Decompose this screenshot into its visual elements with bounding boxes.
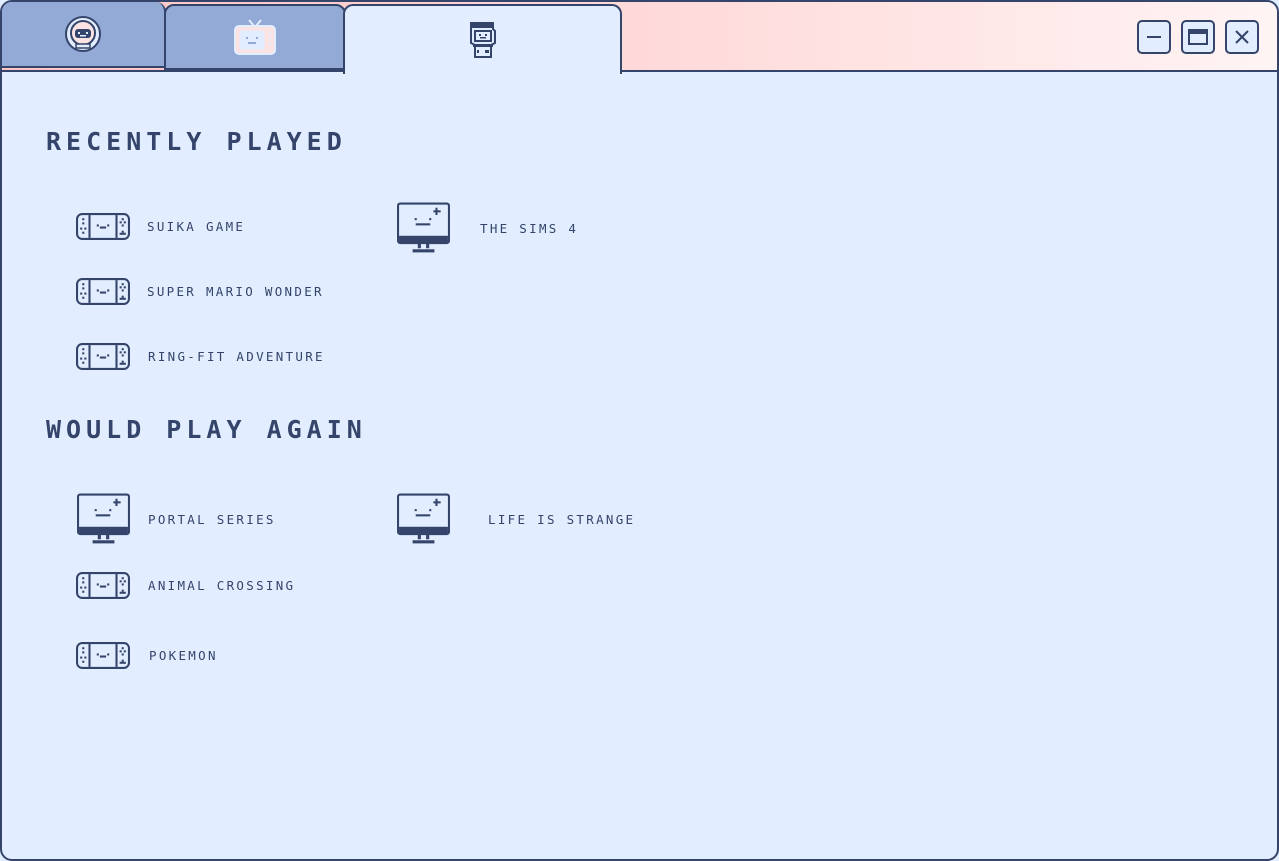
minimize-icon <box>1147 36 1161 38</box>
game-item[interactable]: SUPER MARIO WONDER <box>76 278 324 305</box>
game-item[interactable]: ANIMAL CROSSING <box>76 572 295 599</box>
handheld-console-icon <box>76 213 130 240</box>
game-item[interactable]: POKEMON <box>76 642 218 669</box>
game-name: THE SIMS 4 <box>480 221 579 236</box>
game-name: SUPER MARIO WONDER <box>147 284 324 299</box>
computer-monitor-icon <box>397 202 450 254</box>
tab-tv[interactable] <box>164 4 346 70</box>
game-item[interactable]: THE SIMS 4 <box>397 202 578 255</box>
tv-icon <box>234 19 276 55</box>
game-item[interactable]: RING-FIT ADVENTURE <box>76 343 325 370</box>
robot-face-icon <box>65 16 101 52</box>
handheld-console-icon <box>76 343 130 370</box>
title-bar <box>2 2 1277 74</box>
game-name: POKEMON <box>149 648 218 663</box>
maximize-icon <box>1188 29 1208 45</box>
arcade-machine-icon <box>469 22 496 58</box>
game-name: LIFE IS STRANGE <box>488 512 636 527</box>
handheld-console-icon <box>76 278 130 305</box>
close-button[interactable] <box>1225 20 1259 54</box>
game-name: PORTAL SERIES <box>148 512 276 527</box>
game-item[interactable]: SUIKA GAME <box>76 213 245 240</box>
game-item[interactable]: PORTAL SERIES <box>77 493 276 546</box>
game-item[interactable]: LIFE IS STRANGE <box>397 493 635 546</box>
maximize-button[interactable] <box>1181 20 1215 54</box>
close-icon <box>1235 30 1249 44</box>
window-controls <box>1137 20 1259 54</box>
game-name: SUIKA GAME <box>147 219 246 234</box>
handheld-console-icon <box>76 572 130 599</box>
tab-robot[interactable] <box>2 2 166 68</box>
section-title-recently-played: RECENTLY PLAYED <box>46 127 347 156</box>
section-title-would-play-again: WOULD PLAY AGAIN <box>46 415 367 444</box>
minimize-button[interactable] <box>1137 20 1171 54</box>
handheld-console-icon <box>76 642 130 669</box>
game-name: ANIMAL CROSSING <box>148 578 296 593</box>
tab-arcade[interactable] <box>343 4 622 74</box>
game-name: RING-FIT ADVENTURE <box>148 349 325 364</box>
computer-monitor-icon <box>77 493 130 545</box>
app-window: RECENTLY PLAYED SUIKA GAME THE SIMS 4 SU… <box>0 0 1279 861</box>
computer-monitor-icon <box>397 493 450 545</box>
